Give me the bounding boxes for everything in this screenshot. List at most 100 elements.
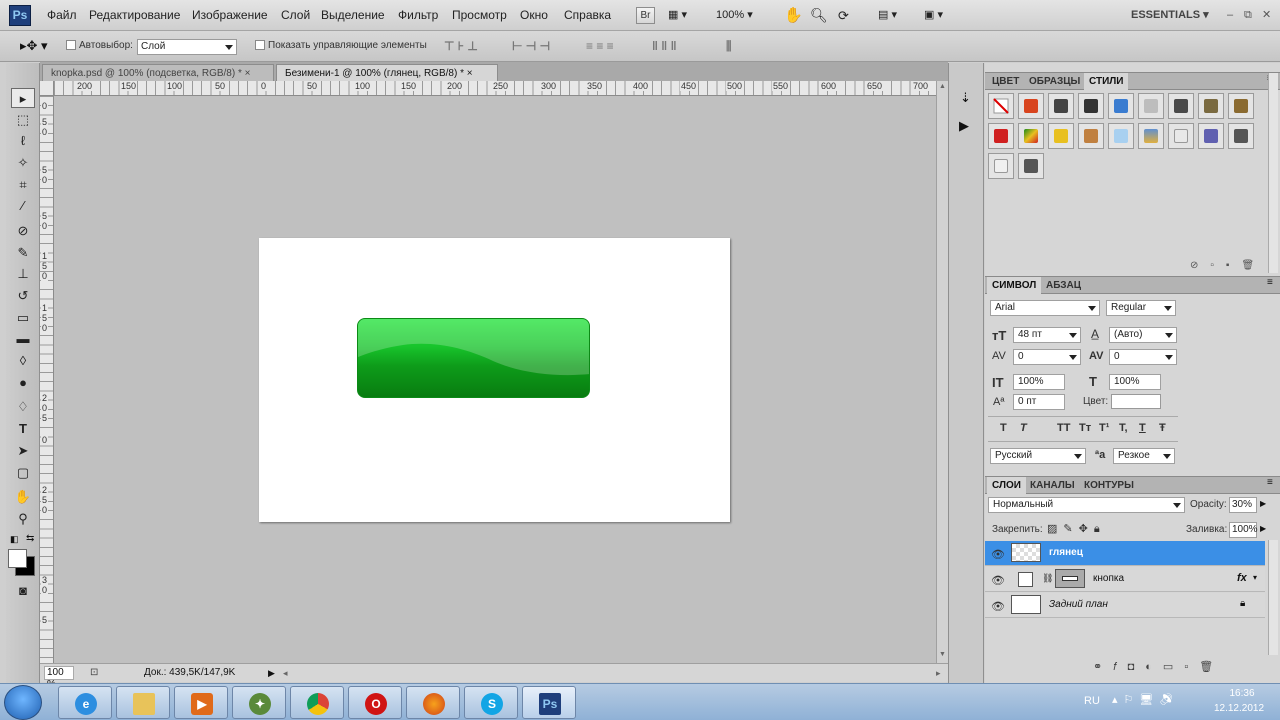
screen-mode-icon[interactable]: ▣ ▾ <box>924 0 943 31</box>
scroll-down-icon[interactable]: ▼ <box>939 651 946 658</box>
font-family-select[interactable]: Arial <box>990 300 1100 316</box>
start-button[interactable] <box>4 685 42 720</box>
path-selection-tool-icon[interactable]: ➤ <box>11 441 35 461</box>
history-panel-icon[interactable]: ⇣ <box>960 90 971 106</box>
visibility-eye-icon[interactable]: 👁︎ <box>991 600 1005 613</box>
font-size-field[interactable]: 48 пт <box>1013 327 1081 343</box>
subscript-button[interactable]: T, <box>1119 422 1128 434</box>
taskbar-media-button[interactable]: ▶ <box>174 686 228 719</box>
taskbar-ie-button[interactable]: e <box>58 686 112 719</box>
style-swatch[interactable] <box>1228 93 1254 119</box>
clock-time[interactable]: 16:36 <box>1218 688 1266 699</box>
scroll-up-icon[interactable]: ▲ <box>939 83 946 90</box>
superscript-button[interactable]: T¹ <box>1099 422 1109 434</box>
style-swatch[interactable] <box>1108 123 1134 149</box>
green-button-artwork[interactable] <box>357 318 590 398</box>
zoom-tool-icon[interactable]: 🔍︎ <box>810 0 828 31</box>
opacity-field[interactable]: 30% <box>1229 497 1257 513</box>
style-swatch[interactable] <box>1078 123 1104 149</box>
kerning-field[interactable]: 0 <box>1013 349 1081 365</box>
style-swatch[interactable] <box>1228 123 1254 149</box>
default-colors-icon[interactable]: ◧ <box>10 534 19 545</box>
vertical-scale-field[interactable]: 100% <box>1013 374 1065 390</box>
expand-effects-icon[interactable]: ▾ <box>1253 573 1257 582</box>
menu-view[interactable]: Просмотр <box>446 0 513 31</box>
eyedropper-tool-icon[interactable]: ⁄ <box>11 196 35 216</box>
tab-layers[interactable]: СЛОИ <box>987 477 1026 494</box>
quick-mask-icon[interactable]: ◙ <box>11 581 35 601</box>
style-swatch[interactable] <box>1078 93 1104 119</box>
scroll-left-icon[interactable]: ◂ <box>283 664 288 682</box>
taskbar-opera-button[interactable]: O <box>348 686 402 719</box>
style-swatch[interactable] <box>1168 123 1194 149</box>
align-edges-icons[interactable]: ⊤ ⊦ ⊥ <box>444 39 478 53</box>
style-swatch[interactable] <box>988 123 1014 149</box>
style-swatch[interactable] <box>1018 153 1044 179</box>
tab-color[interactable]: ЦВЕТ <box>987 73 1024 90</box>
dodge-tool-icon[interactable]: ● <box>11 373 35 393</box>
style-swatch[interactable] <box>1048 93 1074 119</box>
style-none[interactable] <box>988 93 1014 119</box>
style-swatch[interactable] <box>1138 93 1164 119</box>
clock-date[interactable]: 12.12.2012 <box>1210 703 1268 714</box>
minimize-icon[interactable]: – <box>1227 0 1233 31</box>
move-tool-preset-icon[interactable]: ▸✥ ▾ <box>20 38 48 54</box>
layer-row-background[interactable]: 👁︎ Задний план 🔒︎ <box>985 593 1265 618</box>
bridge-button[interactable]: Br <box>636 7 655 24</box>
style-swatch[interactable] <box>1048 123 1074 149</box>
tab-close-icon[interactable]: × <box>245 68 251 79</box>
shape-tool-icon[interactable]: ▢ <box>11 463 35 483</box>
horizontal-ruler[interactable]: 200 150 100 50 0 50 100 150 200 250 300 … <box>54 81 936 96</box>
scroll-right-icon[interactable]: ▸ <box>936 664 941 682</box>
tab-paragraph[interactable]: АБЗАЦ <box>1041 277 1086 294</box>
history-brush-tool-icon[interactable]: ↺ <box>11 286 35 306</box>
auto-align-icon[interactable]: ⫼ <box>726 39 732 54</box>
type-tool-icon[interactable]: T <box>11 419 35 439</box>
layers-scrollbar[interactable] <box>1268 540 1278 655</box>
taskbar-photoshop-button[interactable]: Ps <box>522 686 576 719</box>
style-swatch[interactable] <box>1018 123 1044 149</box>
actions-panel-icon[interactable]: ▶ <box>959 118 969 134</box>
style-swatch[interactable] <box>1018 93 1044 119</box>
ruler-origin[interactable] <box>40 81 54 96</box>
zoom-level-dropdown[interactable]: 100% ▾ <box>716 0 753 31</box>
tab-knopka[interactable]: knopka.psd @ 100% (подсветка, RGB/8) * × <box>42 64 274 81</box>
menu-image[interactable]: Изображение <box>186 0 274 31</box>
taskbar-explorer-button[interactable] <box>116 686 170 719</box>
font-style-select[interactable]: Regular <box>1106 300 1176 316</box>
status-menu-arrow-icon[interactable]: ▶ <box>268 664 275 682</box>
lock-icons[interactable]: ▨✎✥🔒︎ <box>1047 522 1106 536</box>
tray-icons[interactable]: ▴⚐🖥︎🔊︎ <box>1112 693 1179 706</box>
hand-tool-icon[interactable]: ✋ <box>784 0 803 31</box>
status-icon[interactable]: ⊡ <box>90 664 98 682</box>
fill-slider-icon[interactable]: ▶ <box>1260 524 1266 533</box>
menu-window[interactable]: Окно <box>514 0 554 31</box>
arrange-documents-icon[interactable]: ▤ ▾ <box>878 0 897 31</box>
styles-panel-footer-icons[interactable]: ⊘▫▪🗑︎ <box>1190 260 1266 271</box>
tab-paths[interactable]: КОНТУРЫ <box>1079 477 1139 494</box>
tab-swatches[interactable]: ОБРАЗЦЫ <box>1024 73 1085 90</box>
fill-field[interactable]: 100% <box>1229 522 1258 538</box>
tracking-field[interactable]: 0 <box>1109 349 1177 365</box>
layer-name[interactable]: Задний план <box>1049 599 1108 610</box>
hand-tool-icon[interactable]: ✋ <box>11 487 35 507</box>
close-icon[interactable]: ✕ <box>1262 0 1271 31</box>
language-select[interactable]: Русский <box>990 448 1086 464</box>
menu-select[interactable]: Выделение <box>315 0 391 31</box>
layer-name[interactable]: кнопка <box>1093 573 1124 584</box>
layers-footer-icons[interactable]: ⚭𝑓◘◐▭▫🗑︎ <box>1093 660 1224 674</box>
foreground-color-swatch[interactable] <box>8 549 27 568</box>
taskbar-app-button[interactable]: ✦ <box>232 686 286 719</box>
eraser-tool-icon[interactable]: ▭ <box>11 308 35 328</box>
brush-tool-icon[interactable]: ✎ <box>11 243 35 263</box>
rotate-view-icon[interactable]: ⟳ <box>838 0 849 31</box>
style-swatch[interactable] <box>1168 93 1194 119</box>
layer-effects-icon[interactable]: fx <box>1237 572 1247 584</box>
blur-tool-icon[interactable]: ◊ <box>11 351 35 371</box>
all-caps-button[interactable]: TT <box>1057 422 1070 434</box>
layer-name[interactable]: глянец <box>1049 547 1083 558</box>
autoselect-checkbox[interactable] <box>66 40 76 53</box>
anti-alias-select[interactable]: Резкое <box>1113 448 1175 464</box>
taskbar-firefox-button[interactable] <box>406 686 460 719</box>
zoom-field[interactable]: 100 % <box>44 666 74 690</box>
